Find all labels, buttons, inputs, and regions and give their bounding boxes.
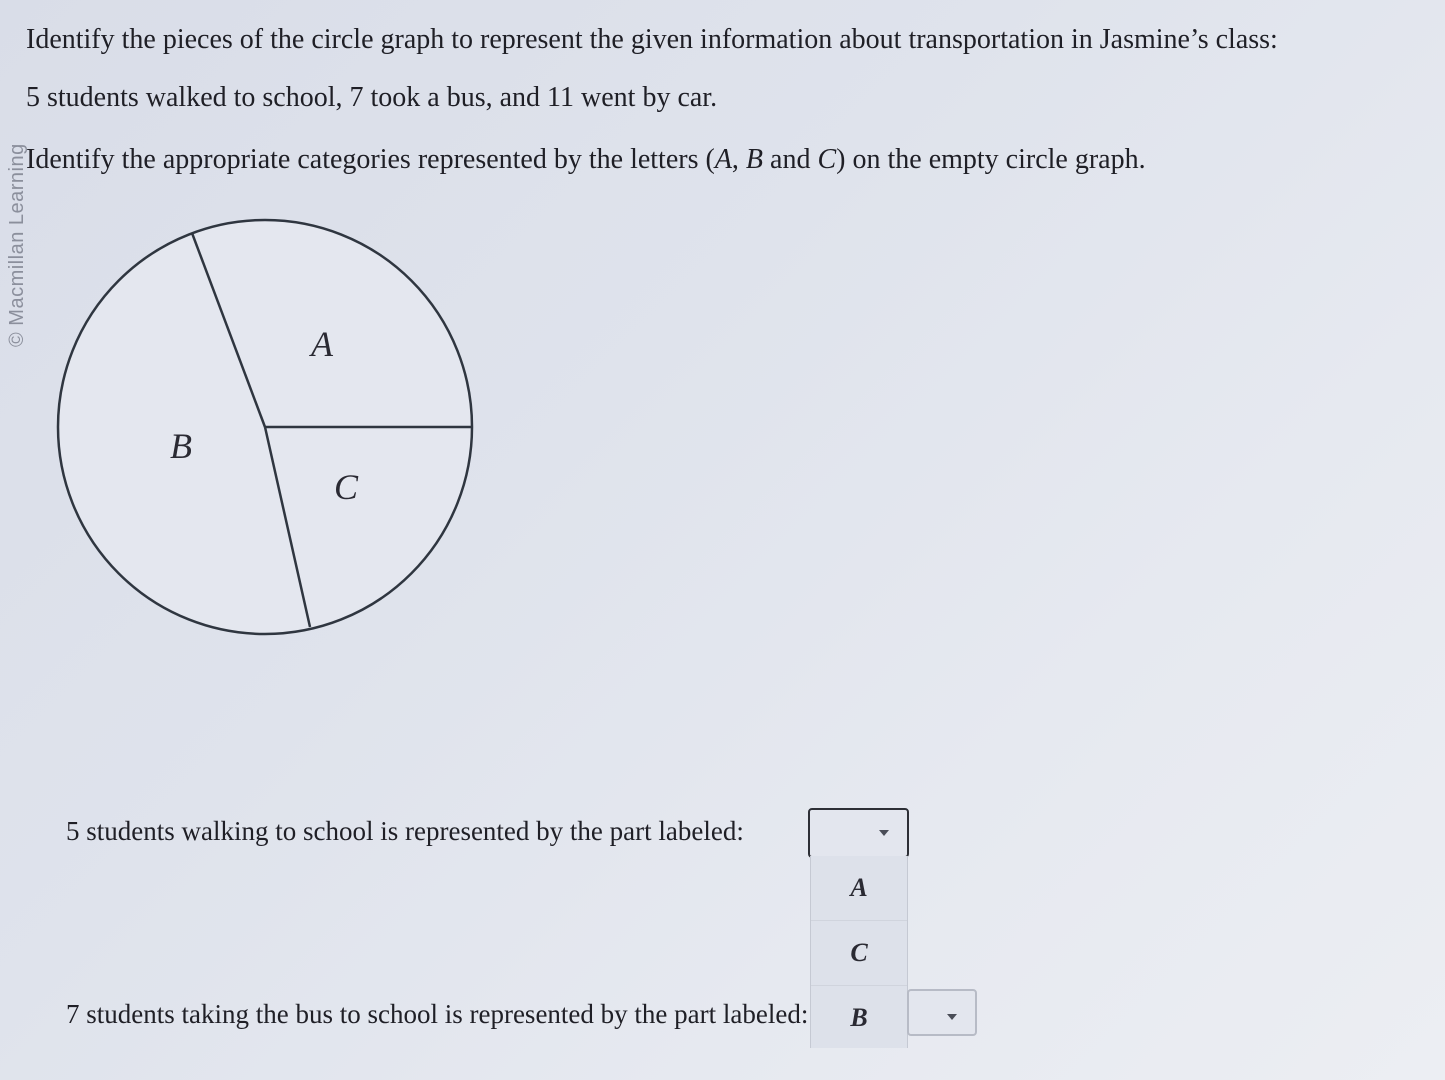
slice-label-a: A <box>309 324 334 364</box>
question-text-end: ) on the empty circle graph. <box>836 144 1146 175</box>
walking-answer-select[interactable] <box>808 808 909 858</box>
empty-circle-graph: A B C <box>56 218 474 636</box>
bus-question: 7 students taking the bus to school is r… <box>66 999 809 1029</box>
question-text: Identify the appropriate categories repr… <box>26 144 715 175</box>
letter-b: B <box>745 144 764 175</box>
chevron-down-icon <box>879 830 889 836</box>
question-line-1: Identify the pieces of the circle graph … <box>26 24 1278 55</box>
question-line-2: 5 students walked to school, 7 took a bu… <box>26 82 718 113</box>
question-separator: , <box>731 144 746 175</box>
question-conjunction: and <box>763 144 818 175</box>
chevron-down-icon <box>947 1014 957 1020</box>
dropdown-option-a[interactable]: A <box>811 856 907 920</box>
question-line-3: Identify the appropriate categories repr… <box>26 144 1146 176</box>
slice-label-b: B <box>170 426 192 466</box>
dropdown-option-c[interactable]: C <box>811 920 907 985</box>
letter-c: C <box>817 144 837 175</box>
dropdown-option-b[interactable]: B <box>811 985 907 1050</box>
walking-question: 5 students walking to school is represen… <box>66 816 744 846</box>
slice-label-c: C <box>334 467 359 507</box>
letter-a: A <box>714 144 732 175</box>
bus-answer-select[interactable] <box>907 989 977 1036</box>
answer-dropdown-list: A C B <box>810 856 908 1048</box>
